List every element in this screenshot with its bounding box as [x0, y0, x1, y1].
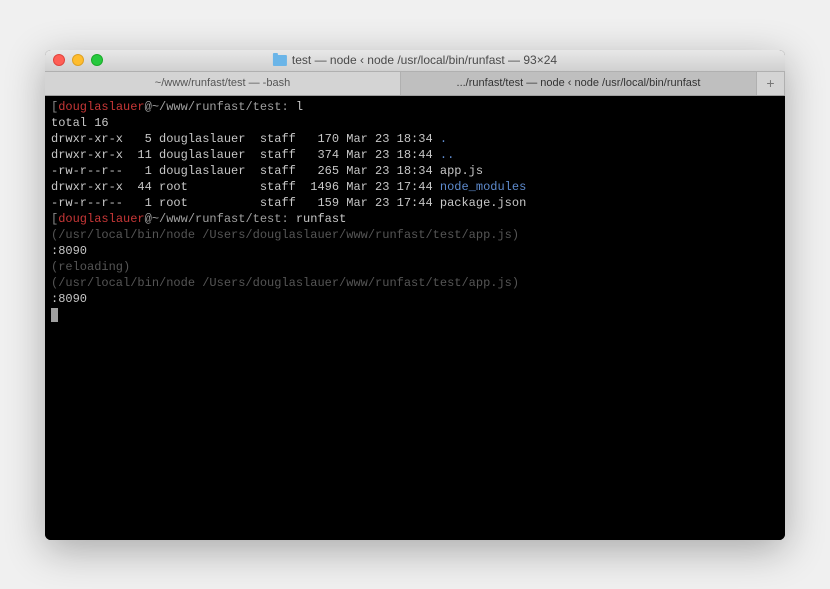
terminal-content[interactable]: [douglaslauer@~/www/runfast/test: l tota…: [45, 96, 785, 540]
dir-name: ..: [440, 148, 454, 162]
ls-row: drwxr-xr-x 11 douglaslauer staff 374 Mar…: [51, 147, 779, 163]
terminal-window: test — node ‹ node /usr/local/bin/runfas…: [45, 50, 785, 540]
dir-name: node_modules: [440, 180, 526, 194]
ls-row: -rw-r--r-- 1 root staff 159 Mar 23 17:44…: [51, 195, 779, 211]
tab-node-runfast[interactable]: .../runfast/test — node ‹ node /usr/loca…: [401, 72, 757, 95]
prompt-path: @~/www/runfast/test:: [145, 212, 296, 226]
tab-bash[interactable]: ~/www/runfast/test — -bash: [45, 72, 401, 95]
traffic-lights: [53, 54, 103, 66]
output-line: :8090: [51, 243, 779, 259]
ls-total: total 16: [51, 115, 779, 131]
output-line: (/usr/local/bin/node /Users/douglaslauer…: [51, 275, 779, 291]
tab-bar: ~/www/runfast/test — -bash .../runfast/t…: [45, 72, 785, 96]
prompt-user: douglaslauer: [58, 100, 144, 114]
titlebar: test — node ‹ node /usr/local/bin/runfas…: [45, 50, 785, 72]
new-tab-button[interactable]: +: [757, 72, 785, 95]
output-line: (/usr/local/bin/node /Users/douglaslauer…: [51, 227, 779, 243]
output-line: (reloading): [51, 259, 779, 275]
maximize-button[interactable]: [91, 54, 103, 66]
window-title: test — node ‹ node /usr/local/bin/runfas…: [273, 53, 557, 67]
prompt-user: douglaslauer: [58, 212, 144, 226]
folder-icon: [273, 55, 287, 66]
prompt-line: [douglaslauer@~/www/runfast/test: runfas…: [51, 211, 779, 227]
ls-row: drwxr-xr-x 5 douglaslauer staff 170 Mar …: [51, 131, 779, 147]
output-line: :8090: [51, 291, 779, 307]
cursor-icon: [51, 308, 58, 322]
prompt-line: [douglaslauer@~/www/runfast/test: l: [51, 99, 779, 115]
window-title-text: test — node ‹ node /usr/local/bin/runfas…: [292, 53, 557, 67]
dir-name: .: [440, 132, 447, 146]
ls-row: drwxr-xr-x 44 root staff 1496 Mar 23 17:…: [51, 179, 779, 195]
minimize-button[interactable]: [72, 54, 84, 66]
command-text: l: [296, 100, 303, 114]
prompt-path: @~/www/runfast/test:: [145, 100, 296, 114]
close-button[interactable]: [53, 54, 65, 66]
command-text: runfast: [296, 212, 346, 226]
cursor-line: [51, 307, 779, 323]
ls-row: -rw-r--r-- 1 douglaslauer staff 265 Mar …: [51, 163, 779, 179]
